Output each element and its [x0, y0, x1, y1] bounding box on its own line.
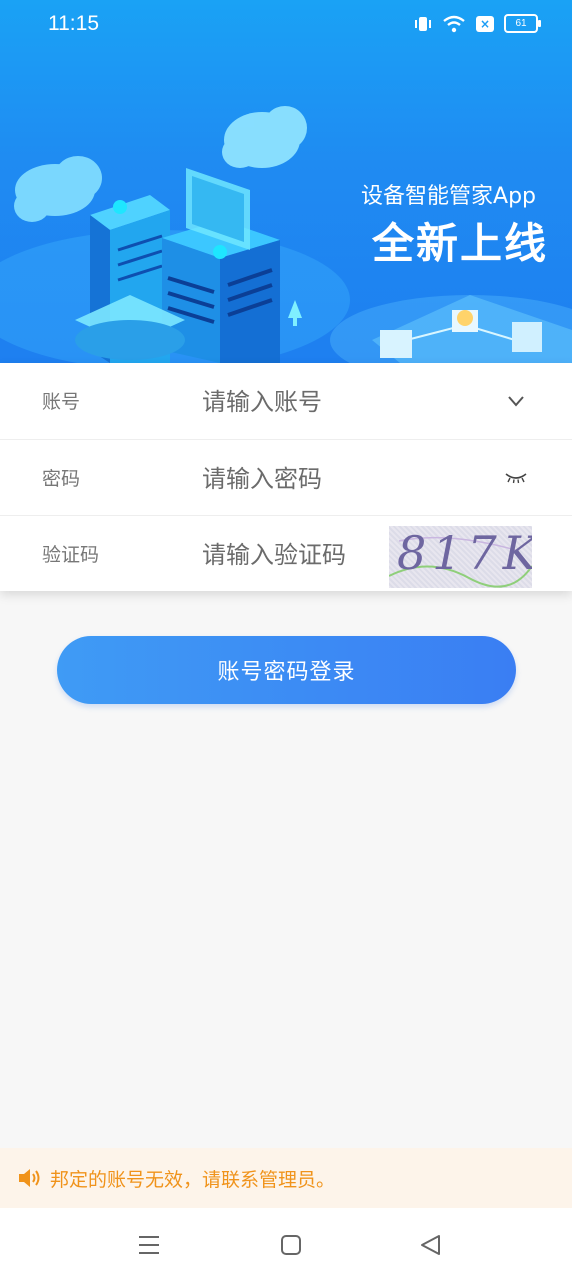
promo-banner: 11:15 × 61 设备智能管家App 全新上线 [0, 0, 572, 363]
eye-closed-icon[interactable] [504, 470, 528, 484]
login-form: 账号 密码 验证码 817K [0, 363, 572, 591]
account-label: 账号 [42, 391, 81, 413]
speaker-icon [19, 1169, 40, 1187]
notice-text: 邦定的账号无效，请联系管理员。 [50, 1169, 336, 1191]
banner-subtitle: 设备智能管家App [361, 184, 536, 209]
banner-title: 全新上线 [371, 219, 548, 268]
password-input[interactable] [200, 456, 494, 502]
status-time: 11:15 [48, 12, 99, 35]
menu-icon[interactable] [136, 1232, 162, 1258]
notice-bar: 邦定的账号无效，请联系管理员。 [0, 1148, 572, 1208]
wifi-icon [442, 15, 466, 33]
password-label: 密码 [42, 468, 81, 490]
captcha-text: 817K [397, 526, 532, 580]
battery-icon: 61 [504, 14, 541, 33]
captcha-label: 验证码 [42, 544, 100, 566]
captcha-image[interactable]: 817K [389, 526, 532, 588]
login-button[interactable]: 账号密码登录 [57, 636, 516, 704]
captcha-row: 验证码 817K [0, 515, 572, 592]
status-bar: 11:15 × 61 [0, 0, 572, 52]
chevron-down-icon[interactable] [506, 391, 526, 411]
back-triangle-icon[interactable] [418, 1232, 444, 1258]
home-square-icon[interactable] [278, 1232, 304, 1258]
account-input[interactable] [200, 379, 494, 425]
captcha-input[interactable] [200, 532, 384, 578]
system-nav-bar [0, 1208, 572, 1280]
vibrate-icon [414, 15, 432, 33]
account-row: 账号 [0, 363, 572, 439]
password-row: 密码 [0, 439, 572, 516]
sim-x-icon: × [476, 15, 494, 32]
